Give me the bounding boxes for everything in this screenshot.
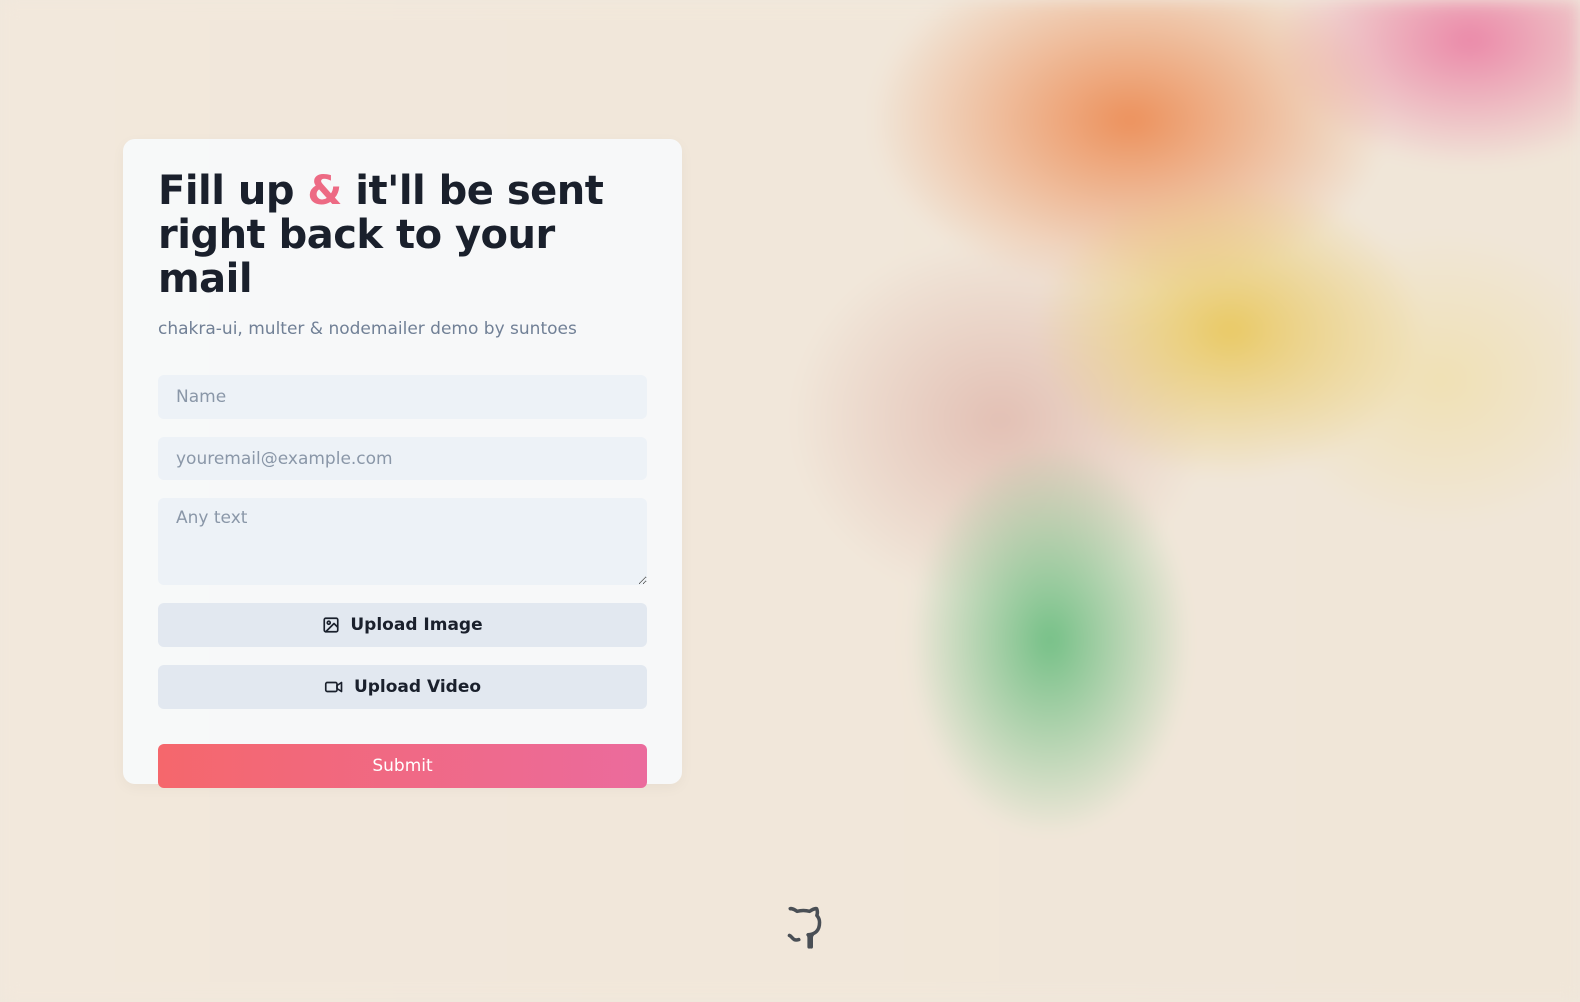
- page-title: Fill up & it'll be sent right back to yo…: [158, 169, 647, 301]
- title-part-1: Fill up: [158, 168, 308, 214]
- upload-video-label: Upload Video: [353, 677, 482, 697]
- image-icon: [322, 616, 340, 634]
- upload-image-button[interactable]: Upload Image: [158, 603, 647, 647]
- video-camera-icon: [324, 678, 344, 696]
- contact-form-card: Fill up & it'll be sent right back to yo…: [123, 139, 682, 788]
- upload-video-button[interactable]: Upload Video: [158, 665, 647, 709]
- github-icon[interactable]: [780, 897, 830, 951]
- page-subtitle: chakra-ui, multer & nodemailer demo by s…: [158, 319, 577, 339]
- title-ampersand: &: [307, 168, 342, 214]
- text-area[interactable]: [158, 498, 647, 585]
- upload-image-label: Upload Image: [350, 615, 483, 635]
- submit-button[interactable]: Submit: [158, 744, 647, 788]
- name-input[interactable]: [158, 375, 647, 419]
- email-input[interactable]: [158, 437, 647, 480]
